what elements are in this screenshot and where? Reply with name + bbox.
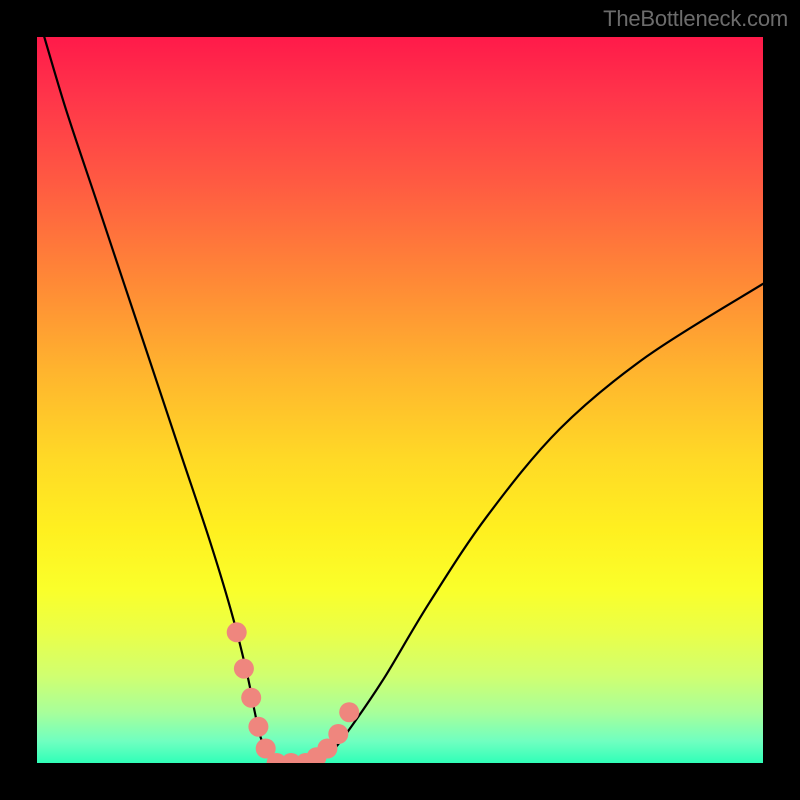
plot-area <box>37 37 763 763</box>
bottleneck-curve-path <box>44 37 763 763</box>
curve-marker <box>227 622 247 642</box>
curve-marker <box>248 717 268 737</box>
watermark-text: TheBottleneck.com <box>603 6 788 32</box>
bottleneck-curve-svg <box>37 37 763 763</box>
curve-marker <box>328 724 348 744</box>
curve-marker <box>339 702 359 722</box>
marker-group <box>227 622 360 763</box>
curve-group <box>44 37 763 763</box>
curve-marker <box>241 688 261 708</box>
curve-marker <box>234 659 254 679</box>
chart-frame: TheBottleneck.com <box>0 0 800 800</box>
